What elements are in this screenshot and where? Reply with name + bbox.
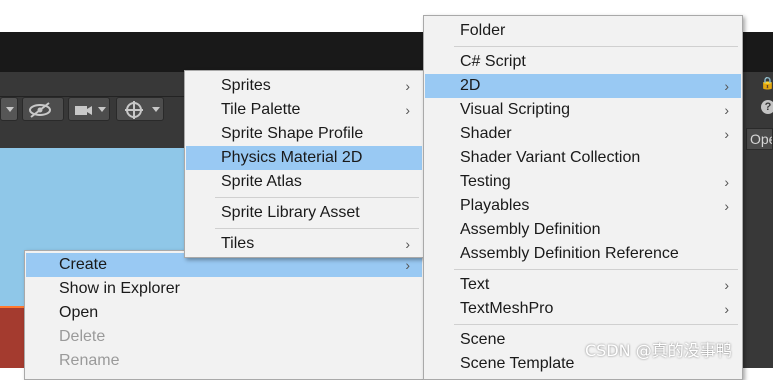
menu-item-label: Physics Material 2D: [221, 149, 363, 166]
menu-item-label: Open: [59, 304, 99, 321]
menu-item-label: Text: [460, 276, 490, 293]
menu-item-label: Assembly Definition Reference: [460, 245, 679, 262]
menu-item-label: Shader Variant Collection: [460, 149, 641, 166]
chevron-right-icon: ›: [724, 78, 729, 94]
menu-item-label: Show in Explorer: [59, 280, 180, 297]
menu-item-delete: Delete: [26, 325, 422, 349]
menu-item-text[interactable]: Text ›: [425, 273, 741, 297]
chevron-right-icon: ›: [724, 126, 729, 142]
menu-item-assembly-definition[interactable]: Assembly Definition: [425, 218, 741, 242]
menu-item-label: Shader: [460, 125, 512, 142]
menu-item-label: C# Script: [460, 53, 526, 70]
menu-item-label: Delete: [59, 328, 106, 345]
menu-item-label: Assembly Definition: [460, 221, 601, 238]
menu-item-label: Rename: [59, 352, 120, 369]
menu-item-label: Sprite Library Asset: [221, 204, 360, 221]
ground-tiles: [0, 308, 24, 368]
menu-item-rename: Rename: [26, 349, 422, 373]
toolbar-dropdown-button[interactable]: [0, 97, 18, 121]
2d-submenu: Sprites › Tile Palette › Sprite Shape Pr…: [184, 70, 424, 258]
menu-item-label: Sprite Shape Profile: [221, 125, 364, 142]
menu-item-tiles[interactable]: Tiles ›: [186, 232, 422, 256]
help-icon[interactable]: ?: [761, 100, 773, 114]
menu-item-label: Testing: [460, 173, 511, 190]
lock-icon[interactable]: 🔒: [760, 76, 773, 90]
gizmos-button[interactable]: [116, 97, 164, 121]
menu-item-label: Scene: [460, 331, 506, 348]
chevron-right-icon: ›: [405, 78, 410, 94]
menu-item-label: Tile Palette: [221, 101, 301, 118]
visibility-toggle-button[interactable]: [22, 97, 64, 121]
menu-item-assembly-definition-reference[interactable]: Assembly Definition Reference: [425, 242, 741, 266]
menu-item-sprite-atlas[interactable]: Sprite Atlas: [186, 170, 422, 194]
menu-item-sprites[interactable]: Sprites ›: [186, 74, 422, 98]
menu-item-testing[interactable]: Testing ›: [425, 170, 741, 194]
menu-separator: [215, 197, 419, 198]
menu-item-2d[interactable]: 2D ›: [425, 74, 741, 98]
watermark: CSDN @真的没事鸭: [585, 341, 732, 360]
menu-item-sprite-shape-profile[interactable]: Sprite Shape Profile: [186, 122, 422, 146]
menu-separator: [454, 324, 738, 325]
chevron-right-icon: ›: [724, 277, 729, 293]
menu-item-shader-variant-collection[interactable]: Shader Variant Collection: [425, 146, 741, 170]
camera-button[interactable]: [68, 97, 110, 121]
menu-item-label: Tiles: [221, 235, 255, 252]
menu-separator: [454, 46, 738, 47]
context-menu: Create › Show in Explorer Open Delete Re…: [24, 250, 424, 380]
camera-icon: [75, 106, 92, 115]
create-submenu: Folder C# Script 2D › Visual Scripting ›…: [423, 15, 743, 380]
eye-hidden-icon: [29, 102, 51, 118]
gizmo-icon: [125, 101, 143, 119]
menu-item-physics-material-2d[interactable]: Physics Material 2D: [186, 146, 422, 170]
open-button[interactable]: Ope: [746, 128, 773, 150]
menu-item-tile-palette[interactable]: Tile Palette ›: [186, 98, 422, 122]
menu-item-label: Folder: [460, 22, 506, 39]
chevron-right-icon: ›: [724, 174, 729, 190]
chevron-right-icon: ›: [724, 198, 729, 214]
menu-item-label: Scene Template: [460, 355, 575, 372]
menu-item-csharp-script[interactable]: C# Script: [425, 50, 741, 74]
menu-item-visual-scripting[interactable]: Visual Scripting ›: [425, 98, 741, 122]
chevron-right-icon: ›: [724, 301, 729, 317]
menu-item-label: Visual Scripting: [460, 101, 570, 118]
menu-item-textmeshpro[interactable]: TextMeshPro ›: [425, 297, 741, 321]
inspector-panel: [740, 72, 773, 368]
menu-item-label: 2D: [460, 77, 481, 94]
menu-item-folder[interactable]: Folder: [425, 19, 741, 43]
menu-item-label: Playables: [460, 197, 530, 214]
chevron-right-icon: ›: [405, 102, 410, 118]
chevron-right-icon: ›: [405, 236, 410, 252]
menu-item-open[interactable]: Open: [26, 301, 422, 325]
menu-separator: [454, 269, 738, 270]
menu-item-shader[interactable]: Shader ›: [425, 122, 741, 146]
menu-item-label: TextMeshPro: [460, 300, 554, 317]
chevron-down-icon: [152, 107, 160, 112]
chevron-down-icon: [98, 107, 106, 112]
menu-item-sprite-library-asset[interactable]: Sprite Library Asset: [186, 201, 422, 225]
menu-separator: [215, 228, 419, 229]
chevron-down-icon: [6, 107, 14, 112]
menu-item-playables[interactable]: Playables ›: [425, 194, 741, 218]
menu-item-label: Create: [59, 256, 108, 273]
chevron-right-icon: ›: [724, 102, 729, 118]
menu-item-label: Sprites: [221, 77, 271, 94]
menu-item-label: Sprite Atlas: [221, 173, 302, 190]
menu-item-show-in-explorer[interactable]: Show in Explorer: [26, 277, 422, 301]
